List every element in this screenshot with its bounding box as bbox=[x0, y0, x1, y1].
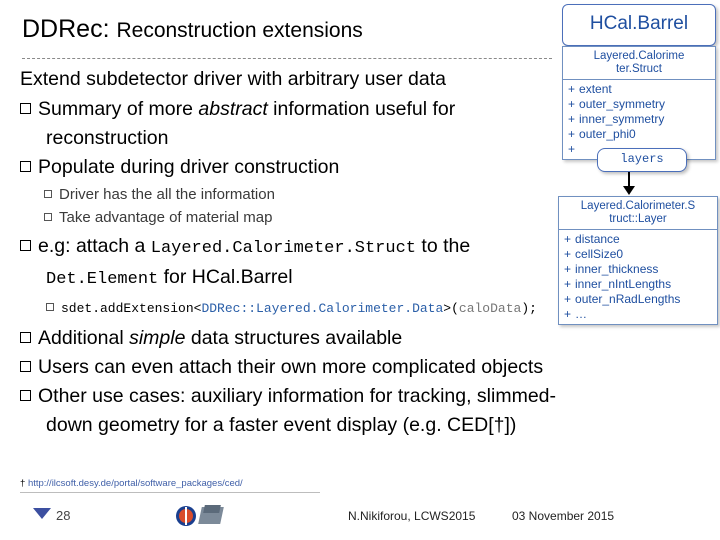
bullet-example: e.g: attach a Layered.Calorimeter.Struct… bbox=[20, 233, 560, 262]
footnote-dagger: † bbox=[20, 478, 26, 489]
uml-row: + cellSize0 bbox=[564, 247, 624, 261]
layers-callout-label: layers bbox=[620, 152, 664, 166]
bullet-example-cont: Det.Element for HCal.Barrel bbox=[46, 264, 560, 293]
footer-date: 03 November 2015 bbox=[512, 509, 615, 523]
uml-row-label: cellSize0 bbox=[575, 247, 624, 261]
sub-bullet-material-map-label: Take advantage of material map bbox=[59, 209, 273, 226]
cern-logo-icon bbox=[176, 506, 196, 526]
bullet-example-post: to the bbox=[416, 235, 471, 257]
bullet-summary: Summary of more abstract information use… bbox=[20, 96, 560, 123]
bullet-example-pre: e.g: attach a bbox=[38, 235, 151, 257]
bullet-summary-post: information useful for bbox=[267, 98, 456, 120]
square-bullet-icon bbox=[20, 103, 31, 114]
footnote: † http://ilcsoft.desy.de/portal/software… bbox=[20, 478, 243, 489]
uml-box-layer: Layered.Calorimeter.S truct::Layer + dist… bbox=[558, 196, 718, 325]
bullet-other-use-cases: Other use cases: auxiliary information f… bbox=[20, 383, 560, 410]
square-bullet-icon bbox=[20, 161, 31, 172]
uml-row-label: inner_symmetry bbox=[579, 112, 665, 126]
title-main: DDRec: bbox=[22, 15, 110, 43]
small-square-bullet-icon bbox=[46, 303, 54, 311]
bullet-additional-post: data structures available bbox=[185, 327, 403, 349]
uml-row: + inner_symmetry bbox=[568, 112, 665, 126]
bullet-other-use-cases-label: Other use cases: auxiliary information f… bbox=[38, 385, 557, 407]
uml-row: + inner_thickness bbox=[564, 262, 659, 276]
uml-box-struct-header: Layered.Calorime ter.Struct bbox=[563, 47, 715, 80]
uml-row: + outer_phi0 bbox=[568, 127, 636, 141]
hcal-barrel-label: HCal.Barrel bbox=[589, 13, 689, 34]
uml-row-label: inner_nIntLengths bbox=[575, 277, 672, 291]
uml-box-layer-header-line1: Layered.Calorimeter.S bbox=[580, 200, 696, 212]
hcal-barrel-box: HCal.Barrel bbox=[562, 4, 716, 46]
nav-arrow-icon[interactable] bbox=[33, 508, 51, 519]
uml-box-layer-rows: + distance + cellSize0 + inner_thickness + i… bbox=[559, 230, 717, 324]
code-snippet-type: DDRec::Layered.Calorimeter.Data bbox=[201, 301, 444, 316]
body-lead-line: Extend subdetector driver with arbitrary… bbox=[20, 68, 446, 90]
uml-box-layer-header-line2: truct::Layer bbox=[609, 213, 667, 225]
uml-row-label: outer_phi0 bbox=[579, 127, 636, 141]
small-square-bullet-icon bbox=[44, 213, 52, 221]
page-number: 28 bbox=[56, 508, 71, 523]
uml-row-label: inner_thickness bbox=[575, 262, 659, 276]
code-snippet-tail: >( bbox=[443, 301, 459, 316]
uml-box-layer-header: Layered.Calorimeter.S truct::Layer bbox=[559, 197, 717, 230]
uml-row-label: extent bbox=[579, 82, 612, 96]
uml-row-label: distance bbox=[575, 232, 620, 246]
footnote-url[interactable]: http://ilcsoft.desy.de/portal/software_p… bbox=[28, 478, 243, 489]
detector-logo-icon bbox=[198, 505, 224, 527]
slide: DDRec: Reconstruction extensions Extend … bbox=[0, 0, 720, 540]
square-bullet-icon bbox=[20, 390, 31, 401]
sub-bullet-driver-info-label: Driver has the all the information bbox=[59, 186, 275, 203]
bullet-additional-em: simple bbox=[129, 327, 186, 349]
uml-box-struct-header-line2: ter.Struct bbox=[615, 63, 663, 75]
bullet-summary-em: abstract bbox=[198, 98, 268, 120]
square-bullet-icon bbox=[20, 361, 31, 372]
code-layered-calorimeter-struct: Layered.Calorimeter.Struct bbox=[150, 239, 416, 258]
uml-row-label: outer_nRadLengths bbox=[575, 292, 681, 306]
uml-row: + outer_symmetry bbox=[568, 97, 666, 111]
sub-bullet-driver-info: Driver has the all the information bbox=[44, 183, 560, 206]
uml-row: + inner_nIntLengths bbox=[564, 277, 672, 291]
title-divider bbox=[22, 58, 552, 59]
bullet-populate: Populate during driver construction bbox=[20, 154, 560, 181]
uml-box-layered-calorimeter-struct: Layered.Calorime ter.Struct + extent + out… bbox=[562, 46, 716, 160]
square-bullet-icon bbox=[20, 240, 31, 251]
slide-body: Extend subdetector driver with arbitrary… bbox=[20, 66, 560, 441]
uml-row: + distance bbox=[564, 232, 620, 246]
layers-callout: layers bbox=[597, 148, 687, 172]
bullet-additional-pre: Additional bbox=[38, 327, 130, 349]
uml-row: + outer_nRadLengths bbox=[564, 292, 681, 306]
small-square-bullet-icon bbox=[44, 190, 52, 198]
uml-row-label: … bbox=[575, 307, 588, 321]
uml-row: + extent bbox=[568, 82, 612, 96]
bullet-example-post2: for HCal.Barrel bbox=[158, 266, 293, 288]
bullet-summary-cont: reconstruction bbox=[46, 127, 169, 149]
title-sub: Reconstruction extensions bbox=[116, 19, 363, 42]
uml-box-struct-header-line1: Layered.Calorime bbox=[593, 50, 685, 62]
association-arrow-head-icon bbox=[623, 186, 635, 195]
bullet-populate-label: Populate during driver construction bbox=[38, 156, 340, 178]
uml-row: +… bbox=[564, 307, 588, 321]
bullet-other-use-cases-cont: down geometry for a faster event display… bbox=[46, 414, 517, 436]
code-snippet-end: ); bbox=[521, 301, 537, 316]
bullet-users-label: Users can even attach their own more com… bbox=[38, 356, 544, 378]
footer-author: N.Nikiforou, LCWS2015 bbox=[348, 509, 476, 523]
square-bullet-icon bbox=[20, 332, 31, 343]
code-det-element: Det.Element bbox=[46, 270, 159, 289]
page-title: DDRec: Reconstruction extensions bbox=[22, 14, 363, 46]
code-snippet-arg: caloData bbox=[458, 301, 522, 316]
bullet-summary-pre: Summary of more bbox=[38, 98, 199, 120]
uml-row-label: outer_symmetry bbox=[579, 97, 666, 111]
code-snippet-object: sdet.addExtension< bbox=[61, 301, 202, 316]
sub-bullet-material-map: Take advantage of material map bbox=[44, 206, 560, 229]
bullet-users: Users can even attach their own more com… bbox=[20, 354, 560, 381]
footnote-divider bbox=[20, 492, 320, 493]
bullet-additional: Additional simple data structures availa… bbox=[20, 325, 560, 352]
code-snippet: sdet.addExtension<DDRec::Layered.Calorim… bbox=[46, 299, 560, 317]
